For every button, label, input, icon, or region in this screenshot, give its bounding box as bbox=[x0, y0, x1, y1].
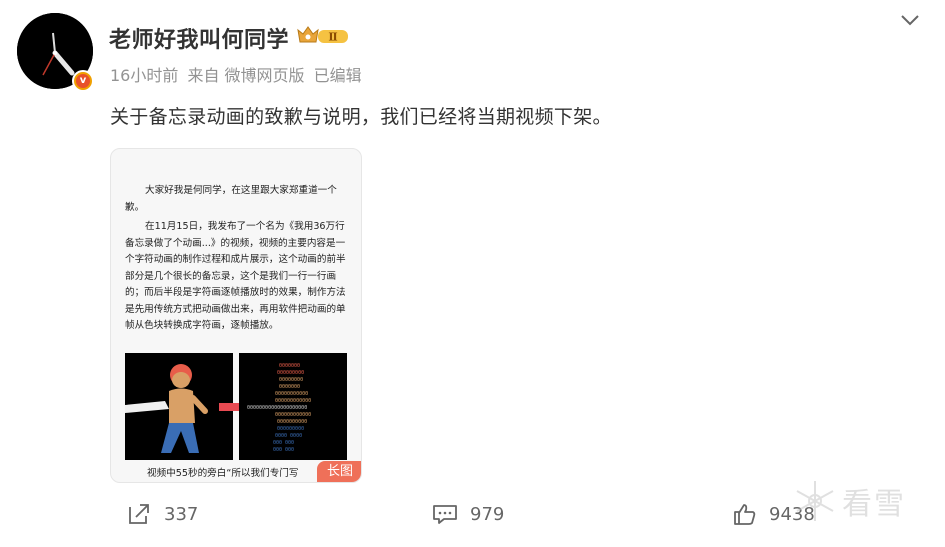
svg-text:00000000: 00000000 bbox=[279, 377, 303, 383]
post-meta: 16小时前 来自 微博网页版 已编辑 bbox=[110, 62, 366, 86]
chevron-down-icon[interactable] bbox=[900, 12, 920, 28]
image-document-text: 大家好我是何同学，在这里跟大家郑重道一个歉。 在11月15日，我发布了一个名为《… bbox=[125, 183, 349, 338]
svg-text:000000000: 000000000 bbox=[277, 370, 304, 376]
animation-frame-ascii: 0000000 000000000 00000000 0000000 00000… bbox=[239, 353, 347, 460]
comment-count: 979 bbox=[470, 503, 505, 525]
post-time[interactable]: 16小时前 bbox=[110, 66, 178, 85]
svg-text:00000000000000000000: 00000000000000000000 bbox=[247, 405, 307, 411]
svg-text:000000000: 000000000 bbox=[277, 426, 304, 432]
post-source: 来自 微博网页版 bbox=[187, 66, 305, 85]
svg-text:00000000000: 00000000000 bbox=[275, 391, 308, 397]
comment-button[interactable]: 979 bbox=[432, 503, 504, 525]
watermark-text: 看雪 bbox=[842, 487, 906, 522]
svg-text:0000000000: 0000000000 bbox=[277, 419, 307, 425]
image-paragraph: 大家好我是何同学，在这里跟大家郑重道一个歉。 bbox=[125, 185, 337, 213]
vip-crown-icon[interactable]: Ⅱ bbox=[296, 24, 352, 46]
long-image-badge: 长图 bbox=[317, 461, 361, 482]
post-image[interactable]: 大家好我是何同学，在这里跟大家郑重道一个歉。 在11月15日，我发布了一个名为《… bbox=[110, 148, 362, 483]
svg-text:000 000: 000 000 bbox=[273, 447, 294, 453]
svg-text:0000 0000: 0000 0000 bbox=[275, 433, 302, 439]
post-text: 关于备忘录动画的致歉与说明，我们已经将当期视频下架。 bbox=[110, 106, 612, 128]
snowflake-icon bbox=[796, 481, 834, 521]
svg-text:0000000: 0000000 bbox=[279, 363, 300, 369]
vip-level: Ⅱ bbox=[328, 31, 337, 44]
share-button[interactable]: 337 bbox=[126, 503, 198, 525]
share-count: 337 bbox=[164, 503, 199, 525]
username[interactable]: 老师好我叫何同学 bbox=[109, 22, 289, 54]
thumbs-up-icon bbox=[734, 504, 756, 525]
svg-text:0000000: 0000000 bbox=[279, 384, 300, 390]
verified-badge-icon: v bbox=[72, 70, 94, 92]
watermark: 看雪 bbox=[792, 478, 906, 524]
svg-text:000000000000: 000000000000 bbox=[275, 398, 311, 404]
image-caption: 视频中55秒的旁白“所以我们专门写 bbox=[147, 468, 299, 479]
edited-label[interactable]: 已编辑 bbox=[314, 66, 362, 85]
comment-icon bbox=[433, 505, 457, 524]
share-icon bbox=[129, 504, 149, 524]
svg-text:000 000: 000 000 bbox=[273, 440, 294, 446]
svg-text:000000000000: 000000000000 bbox=[275, 412, 311, 418]
image-paragraph: 在11月15日，我发布了一个名为《我用36万行备忘录做了个动画...》的视频，视… bbox=[125, 221, 346, 331]
animation-frame-figure bbox=[125, 353, 233, 460]
